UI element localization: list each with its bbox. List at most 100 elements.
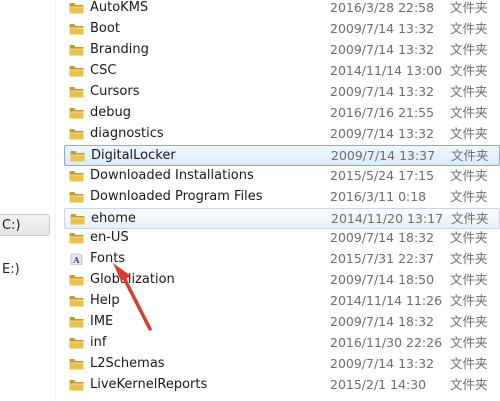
file-type: 文件夹 <box>450 104 488 120</box>
file-type: 文件夹 <box>450 62 488 78</box>
file-name: AutoKMS <box>90 0 149 15</box>
file-name: Branding <box>90 41 149 57</box>
file-date-modified: 2015/7/31 22:37 <box>330 251 435 267</box>
file-date-modified: 2009/7/14 13:32 <box>330 41 435 57</box>
file-row[interactable]: Globalization 2009/7/14 18:50 文件夹 <box>64 270 500 291</box>
file-name: Downloaded Program Files <box>90 188 263 204</box>
nav-item-label: C:) <box>2 218 21 233</box>
file-type: 文件夹 <box>450 356 488 372</box>
file-row[interactable]: diagnostics 2009/7/14 13:32 文件夹 <box>64 124 500 145</box>
file-date-modified: 2009/7/14 13:32 <box>330 20 435 36</box>
file-date-modified: 2014/11/20 13:17 <box>331 210 444 226</box>
folder-icon <box>69 44 84 56</box>
file-date-modified: 2009/7/14 18:50 <box>330 272 435 288</box>
file-date-modified: 2009/7/14 13:37 <box>331 147 436 163</box>
folder-icon <box>69 338 84 349</box>
nav-item-drive-e[interactable]: E:) <box>0 259 50 281</box>
folder-icon <box>69 233 84 244</box>
folder-icon <box>69 128 84 140</box>
file-name: Fonts <box>90 251 126 267</box>
file-date-modified: 2016/3/11 0:18 <box>330 188 427 204</box>
file-type: 文件夹 <box>450 272 488 288</box>
pane-divider[interactable] <box>55 0 56 401</box>
file-row[interactable]: Downloaded Program Files 2016/3/11 0:18 文件… <box>64 187 500 208</box>
folder-icon <box>69 380 84 391</box>
folder-icon <box>69 317 84 328</box>
file-date-modified: 2009/7/14 13:32 <box>330 356 435 372</box>
file-name: L2Schemas <box>90 356 165 372</box>
file-type: 文件夹 <box>450 20 488 36</box>
file-name: IME <box>90 314 114 330</box>
file-type: 文件夹 <box>450 0 488 15</box>
file-row[interactable]: CSC 2014/11/14 13:00 文件夹 <box>64 61 500 82</box>
file-name: Cursors <box>90 83 140 99</box>
file-type: 文件夹 <box>450 41 488 57</box>
file-row[interactable]: A Fonts 2015/7/31 22:37 文件夹 <box>64 249 500 270</box>
folder-icon <box>69 191 84 203</box>
file-type: 文件夹 <box>450 125 488 141</box>
file-type: 文件夹 <box>450 377 488 393</box>
file-date-modified: 2009/7/14 18:32 <box>330 230 435 246</box>
file-date-modified: 2009/7/14 13:32 <box>330 125 435 141</box>
file-type: 文件夹 <box>450 167 488 183</box>
file-type: 文件夹 <box>450 188 488 204</box>
file-date-modified: 2009/7/14 18:32 <box>330 314 435 330</box>
file-name: ehome <box>91 210 136 226</box>
file-name: debug <box>90 104 131 120</box>
file-row[interactable]: IME 2009/7/14 18:32 文件夹 <box>64 312 500 333</box>
file-type: 文件夹 <box>450 83 488 99</box>
file-type: 文件夹 <box>451 210 489 226</box>
folder-icon <box>69 275 84 286</box>
file-row[interactable]: AutoKMS 2016/3/28 22:58 文件夹 <box>64 0 500 19</box>
file-row[interactable]: en-US 2009/7/14 18:32 文件夹 <box>64 228 500 249</box>
file-type: 文件夹 <box>450 335 488 351</box>
file-row[interactable]: Branding 2009/7/14 13:32 文件夹 <box>64 40 500 61</box>
file-name: Downloaded Installations <box>90 167 254 183</box>
file-row[interactable]: DigitalLocker 2009/7/14 13:37 文件夹 <box>64 144 500 166</box>
file-date-modified: 2014/11/14 11:26 <box>330 293 443 309</box>
file-type: 文件夹 <box>451 147 489 163</box>
file-date-modified: 2014/11/14 13:00 <box>330 62 443 78</box>
folder-icon <box>69 65 84 77</box>
file-type: 文件夹 <box>450 293 488 309</box>
nav-item-drive-c[interactable]: C:) <box>0 214 50 236</box>
file-date-modified: 2016/7/16 21:55 <box>330 104 435 120</box>
file-type: 文件夹 <box>450 230 488 246</box>
file-type: 文件夹 <box>450 251 488 267</box>
file-row[interactable]: LiveKernelReports 2015/2/1 14:30 文件夹 <box>64 375 500 396</box>
file-date-modified: 2015/5/24 17:15 <box>330 167 435 183</box>
file-row[interactable]: Help 2014/11/14 11:26 文件夹 <box>64 291 500 312</box>
file-row[interactable]: Boot 2009/7/14 13:32 文件夹 <box>64 19 500 40</box>
file-type: 文件夹 <box>450 314 488 330</box>
folder-icon <box>69 296 84 307</box>
folder-icon <box>70 213 85 224</box>
file-date-modified: 2015/2/1 14:30 <box>330 377 427 393</box>
svg-text:A: A <box>72 255 80 265</box>
file-name: DigitalLocker <box>91 147 176 163</box>
file-row[interactable]: ehome 2014/11/20 13:17 文件夹 <box>64 207 500 229</box>
file-name: CSC <box>90 62 117 78</box>
file-date-modified: 2016/3/28 22:58 <box>330 0 435 15</box>
folder-icon <box>70 150 85 162</box>
folder-icon <box>69 359 84 370</box>
file-name: diagnostics <box>90 125 164 141</box>
file-name: Globalization <box>90 272 175 288</box>
folder-icon <box>69 86 84 98</box>
file-date-modified: 2009/7/14 13:32 <box>330 83 435 99</box>
file-name: Boot <box>90 20 120 36</box>
folder-icon <box>69 107 84 119</box>
file-name: LiveKernelReports <box>90 377 208 393</box>
folder-icon <box>69 3 84 14</box>
file-date-modified: 2016/11/30 22:26 <box>330 335 443 351</box>
file-name: inf <box>90 335 107 351</box>
file-name: Help <box>90 293 120 309</box>
file-row[interactable]: Downloaded Installations 2015/5/24 17:15 文… <box>64 166 500 187</box>
file-row[interactable]: L2Schemas 2009/7/14 13:32 文件夹 <box>64 354 500 375</box>
folder-icon <box>69 23 84 35</box>
navigation-pane: C:) E:) <box>0 0 55 401</box>
folder-icon <box>69 170 84 182</box>
file-row[interactable]: debug 2016/7/16 21:55 文件夹 <box>64 103 500 124</box>
file-name: en-US <box>90 230 129 246</box>
file-row[interactable]: inf 2016/11/30 22:26 文件夹 <box>64 333 500 354</box>
file-row[interactable]: Cursors 2009/7/14 13:32 文件夹 <box>64 82 500 103</box>
